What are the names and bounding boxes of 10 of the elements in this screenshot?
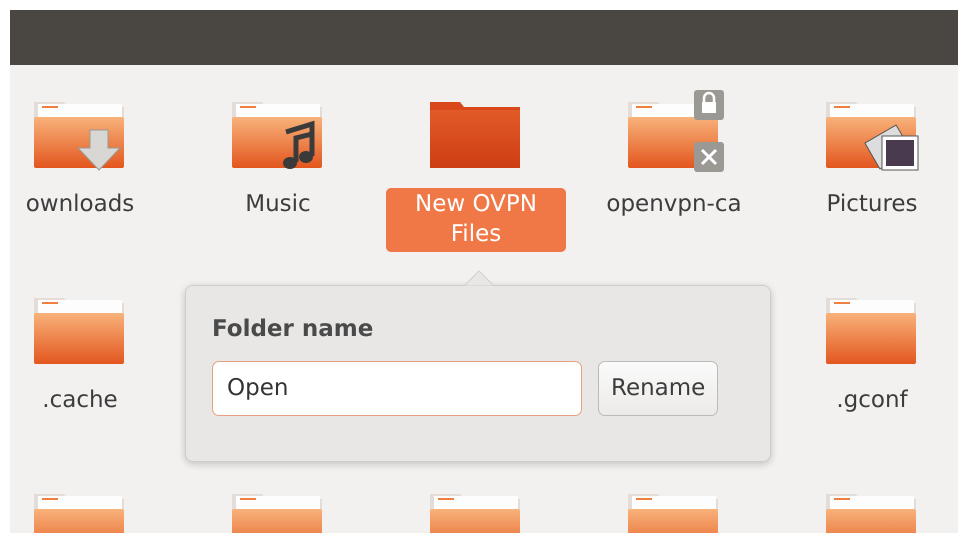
file-name: Pictures <box>825 190 919 219</box>
rename-button[interactable]: Rename <box>598 360 718 416</box>
file-name: Music <box>244 190 312 219</box>
file-name: New OVPN Files <box>386 188 566 252</box>
folder-name-field[interactable]: Open <box>212 360 582 416</box>
popover-title: Folder name <box>212 315 374 344</box>
file-name: openvpn-ca <box>605 190 743 219</box>
file-name: .cache <box>41 386 119 415</box>
file-name: .gconf <box>835 386 909 415</box>
file-name: ownloads <box>24 190 136 219</box>
